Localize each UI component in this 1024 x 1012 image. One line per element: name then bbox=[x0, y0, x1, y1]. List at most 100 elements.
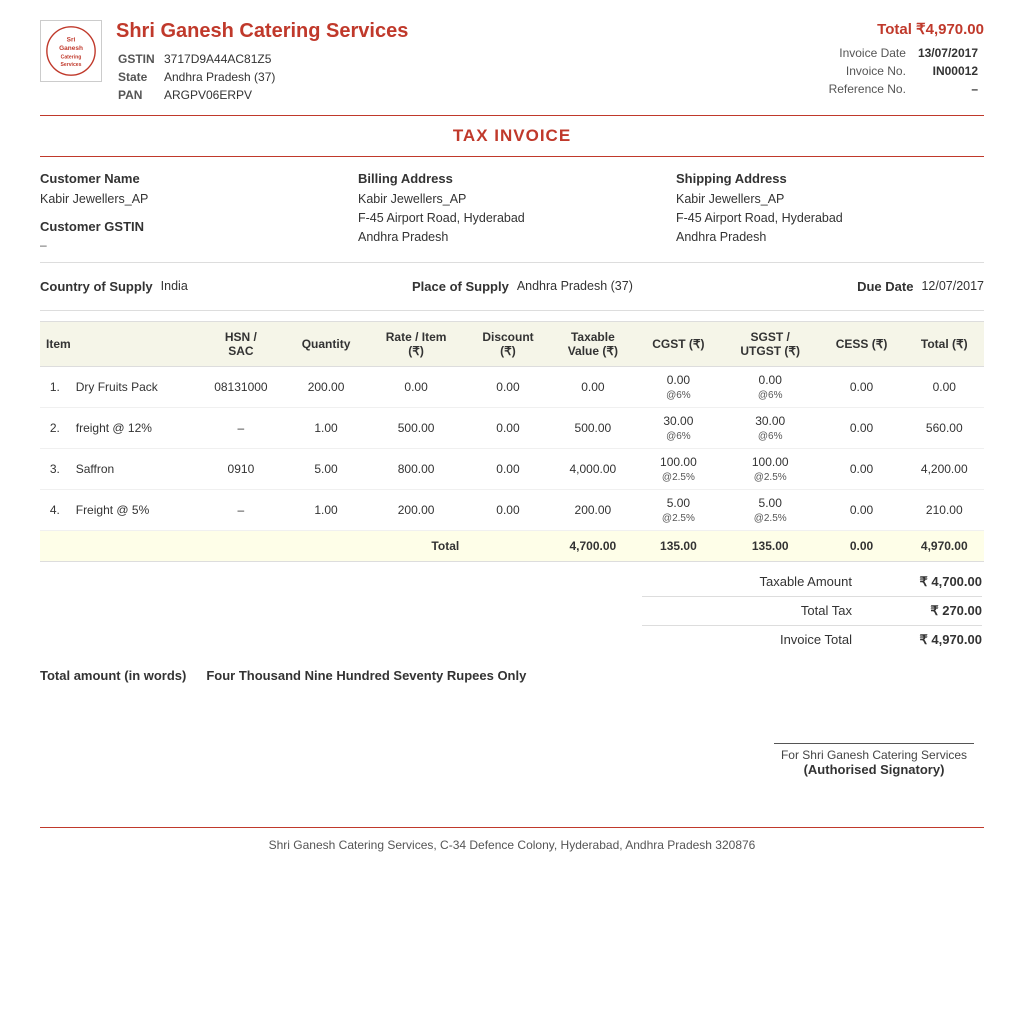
billing-label: Billing Address bbox=[358, 171, 666, 186]
footer: Shri Ganesh Catering Services, C-34 Defe… bbox=[40, 827, 984, 852]
total-sgst: 135.00 bbox=[722, 530, 819, 561]
item-discount: 0.00 bbox=[465, 407, 551, 448]
item-cess: 0.00 bbox=[819, 366, 905, 407]
item-total: 560.00 bbox=[905, 407, 984, 448]
due-date-label: Due Date bbox=[857, 279, 913, 294]
due-date: Due Date 12/07/2017 bbox=[857, 279, 984, 294]
total-total: 4,970.00 bbox=[905, 530, 984, 561]
item-hsn: 08131000 bbox=[197, 366, 285, 407]
item-taxable: 200.00 bbox=[551, 489, 635, 530]
item-qty: 200.00 bbox=[285, 366, 367, 407]
customer-divider bbox=[40, 262, 984, 263]
svg-text:Catering: Catering bbox=[61, 54, 82, 60]
item-cgst: 100.00@2.5% bbox=[635, 448, 722, 489]
words-label: Total amount (in words) bbox=[40, 668, 186, 683]
item-cess: 0.00 bbox=[819, 407, 905, 448]
total-cess: 0.00 bbox=[819, 530, 905, 561]
country-of-supply: Country of Supply India bbox=[40, 279, 188, 294]
state-value: Andhra Pradesh (37) bbox=[164, 69, 281, 85]
item-rate: 200.00 bbox=[367, 489, 465, 530]
gstin-value: 3717D9A44AC81Z5 bbox=[164, 51, 281, 67]
item-hsn: – bbox=[197, 407, 285, 448]
shipping-line3: Andhra Pradesh bbox=[676, 228, 984, 247]
billing-address-block: Billing Address Kabir Jewellers_AP F-45 … bbox=[358, 171, 666, 252]
total-tax-value: ₹ 270.00 bbox=[872, 603, 982, 619]
title-divider bbox=[40, 156, 984, 157]
item-cgst: 0.00@6% bbox=[635, 366, 722, 407]
footer-text: Shri Ganesh Catering Services, C-34 Defe… bbox=[269, 838, 756, 852]
col-cess: CESS (₹) bbox=[819, 321, 905, 366]
item-total: 4,200.00 bbox=[905, 448, 984, 489]
item-discount: 0.00 bbox=[465, 489, 551, 530]
billing-line2: F-45 Airport Road, Hyderabad bbox=[358, 209, 666, 228]
supply-divider bbox=[40, 310, 984, 311]
total-empty2 bbox=[197, 530, 285, 561]
supply-row: Country of Supply India Place of Supply … bbox=[40, 273, 984, 300]
item-num: 3. bbox=[40, 448, 70, 489]
words-value: Four Thousand Nine Hundred Seventy Rupee… bbox=[206, 668, 526, 683]
svg-text:Services: Services bbox=[61, 62, 82, 68]
place-of-supply: Place of Supply Andhra Pradesh (37) bbox=[412, 279, 633, 294]
place-value: Andhra Pradesh (37) bbox=[517, 279, 633, 293]
item-rate: 500.00 bbox=[367, 407, 465, 448]
country-value: India bbox=[161, 279, 188, 293]
header-divider bbox=[40, 115, 984, 116]
total-empty1 bbox=[40, 530, 197, 561]
item-total: 210.00 bbox=[905, 489, 984, 530]
item-cgst: 30.00@6% bbox=[635, 407, 722, 448]
customer-gstin-value: – bbox=[40, 238, 348, 252]
invoice-date-value: 13/07/2017 bbox=[912, 44, 984, 62]
table-row: 1. Dry Fruits Pack 08131000 200.00 0.00 … bbox=[40, 366, 984, 407]
state-label: State bbox=[118, 69, 162, 85]
place-label: Place of Supply bbox=[412, 279, 509, 294]
company-name: Shri Ganesh Catering Services bbox=[116, 20, 408, 43]
customer-section: Customer Name Kabir Jewellers_AP Custome… bbox=[40, 171, 984, 252]
invoice-total-label: Invoice Total bbox=[642, 632, 872, 648]
signatory-title: (Authorised Signatory) bbox=[774, 762, 974, 777]
item-name: Dry Fruits Pack bbox=[70, 366, 197, 407]
item-hsn: – bbox=[197, 489, 285, 530]
col-discount: Discount(₹) bbox=[465, 321, 551, 366]
item-qty: 1.00 bbox=[285, 489, 367, 530]
item-discount: 0.00 bbox=[465, 366, 551, 407]
amount-in-words-row: Total amount (in words) Four Thousand Ni… bbox=[40, 668, 984, 683]
total-cgst: 135.00 bbox=[635, 530, 722, 561]
invoice-details-table: Invoice Date 13/07/2017 Invoice No. IN00… bbox=[823, 44, 984, 98]
shipping-label: Shipping Address bbox=[676, 171, 984, 186]
total-label: Total bbox=[367, 530, 465, 561]
col-cgst: CGST (₹) bbox=[635, 321, 722, 366]
signatory-for: For Shri Ganesh Catering Services bbox=[774, 748, 974, 762]
total-taxable: 4,700.00 bbox=[551, 530, 635, 561]
item-rate: 0.00 bbox=[367, 366, 465, 407]
item-sgst: 0.00@6% bbox=[722, 366, 819, 407]
summary-divider1 bbox=[642, 596, 982, 597]
total-empty3 bbox=[285, 530, 367, 561]
item-sgst: 30.00@6% bbox=[722, 407, 819, 448]
company-details: GSTIN 3717D9A44AC81Z5 State Andhra Prade… bbox=[116, 49, 283, 105]
summary-divider2 bbox=[642, 625, 982, 626]
table-row: 2. freight @ 12% – 1.00 500.00 0.00 500.… bbox=[40, 407, 984, 448]
reference-no-label: Reference No. bbox=[823, 80, 912, 98]
col-taxable: TaxableValue (₹) bbox=[551, 321, 635, 366]
item-hsn: 0910 bbox=[197, 448, 285, 489]
table-row: 3. Saffron 0910 5.00 800.00 0.00 4,000.0… bbox=[40, 448, 984, 489]
signatory-line bbox=[774, 743, 974, 744]
col-hsn: HSN /SAC bbox=[197, 321, 285, 366]
item-name: Freight @ 5% bbox=[70, 489, 197, 530]
col-total: Total (₹) bbox=[905, 321, 984, 366]
customer-name-label: Customer Name bbox=[40, 171, 348, 186]
shipping-address-block: Shipping Address Kabir Jewellers_AP F-45… bbox=[676, 171, 984, 252]
svg-text:Sri: Sri bbox=[67, 37, 76, 44]
col-sgst: SGST /UTGST (₹) bbox=[722, 321, 819, 366]
item-num: 4. bbox=[40, 489, 70, 530]
shipping-line1: Kabir Jewellers_AP bbox=[676, 190, 984, 209]
pan-label: PAN bbox=[118, 87, 162, 103]
pan-value: ARGPV06ERPV bbox=[164, 87, 281, 103]
taxable-amount-value: ₹ 4,700.00 bbox=[872, 574, 982, 590]
total-discount bbox=[465, 530, 551, 561]
total-tax-label: Total Tax bbox=[642, 603, 872, 619]
company-logo: Sri Ganesh Catering Services bbox=[40, 20, 102, 82]
svg-text:Ganesh: Ganesh bbox=[59, 45, 83, 52]
invoice-total-row: Invoice Total ₹ 4,970.00 bbox=[642, 628, 982, 652]
shipping-line2: F-45 Airport Road, Hyderabad bbox=[676, 209, 984, 228]
